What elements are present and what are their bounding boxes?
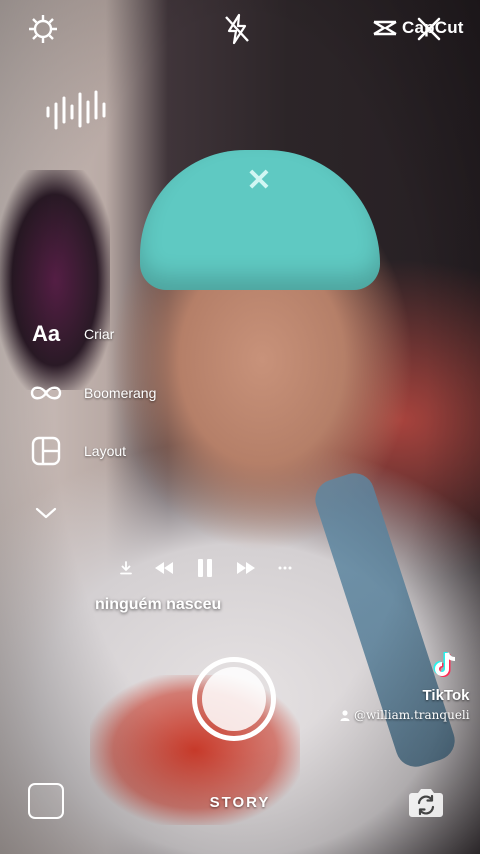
flash-toggle[interactable] [220, 12, 254, 46]
lyrics-text: ninguém nasceu [95, 596, 222, 613]
more-icon [278, 566, 292, 570]
fast-forward-button[interactable] [236, 561, 256, 575]
rewind-button[interactable] [154, 561, 174, 575]
audio-wave-icon [46, 90, 106, 130]
text-aa-icon: Aa [31, 321, 61, 346]
capcut-logo-icon [373, 20, 397, 36]
tool-label: Boomerang [84, 385, 157, 401]
tiktok-name: TikTok [422, 687, 470, 704]
more-button[interactable] [278, 566, 292, 570]
watermark-text: CapCut [402, 18, 464, 37]
tool-boomerang[interactable]: Boomerang [26, 375, 156, 411]
chevron-down-icon [35, 507, 57, 519]
flash-off-icon [225, 13, 249, 45]
capcut-watermark: CapCut [372, 18, 464, 38]
rewind-icon [155, 562, 173, 574]
pause-button[interactable] [196, 558, 214, 578]
fast-forward-icon [237, 562, 255, 574]
music-player [120, 558, 292, 578]
username-text: @william.tranqueli [354, 708, 470, 722]
shutter-inner [202, 667, 266, 731]
infinity-icon [30, 386, 62, 400]
camera-flip-icon [409, 789, 443, 817]
tool-label: Layout [84, 443, 127, 459]
download-button[interactable] [120, 561, 132, 575]
tiktok-logo-icon [433, 652, 456, 677]
download-icon [120, 561, 132, 575]
tiktok-watermark: TikTok [416, 650, 476, 704]
tool-label: Criar [84, 326, 115, 342]
user-icon [340, 709, 350, 721]
tool-criar[interactable]: Aa Criar [26, 316, 114, 352]
shutter-button[interactable] [192, 657, 276, 741]
layout-grid-icon [31, 436, 61, 466]
settings-button[interactable] [26, 12, 60, 46]
pause-icon [198, 559, 212, 577]
tools-expand-button[interactable] [26, 495, 66, 531]
music-button[interactable] [44, 88, 112, 136]
tiktok-username: @william.tranqueli [340, 708, 470, 722]
tool-layout[interactable]: Layout [26, 433, 126, 469]
gear-icon [29, 15, 57, 43]
camera-flip-button[interactable] [406, 784, 446, 820]
